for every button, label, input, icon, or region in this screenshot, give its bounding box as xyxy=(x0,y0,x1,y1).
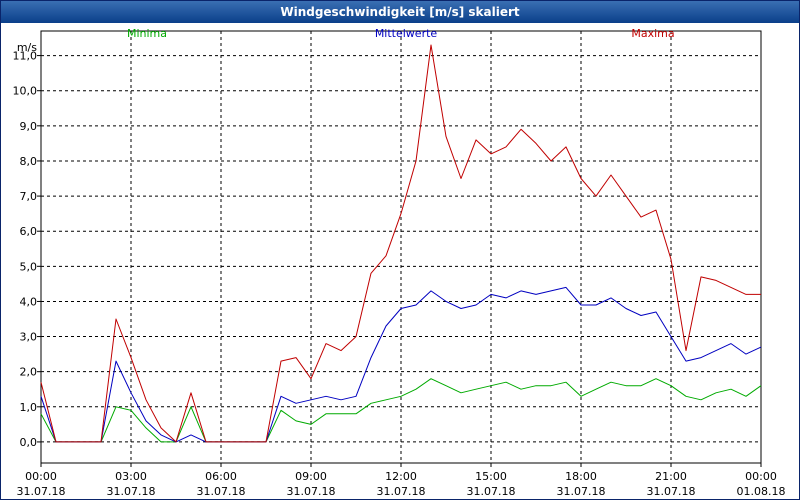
x-tick-time: 03:00 xyxy=(115,470,147,483)
y-axis-label: m/s xyxy=(17,41,37,54)
legend-maxima: Maxima xyxy=(631,27,674,40)
y-tick-label: 4,0 xyxy=(20,295,38,308)
x-tick-time: 06:00 xyxy=(205,470,237,483)
x-tick-date: 31.07.18 xyxy=(557,485,606,498)
x-tick-time: 12:00 xyxy=(385,470,417,483)
y-tick-label: 10,0 xyxy=(13,85,38,98)
chart-window: Windgeschwindigkeit [m/s] skaliert 0,0 1,… xyxy=(0,0,800,500)
x-tick-date: 31.07.18 xyxy=(377,485,426,498)
x-tick-date: 31.07.18 xyxy=(287,485,336,498)
x-tick-time: 09:00 xyxy=(295,470,327,483)
y-axis-ticks: 0,01,02,03,04,05,06,07,08,09,010,011,0 xyxy=(13,50,41,449)
x-tick-date: 31.07.18 xyxy=(17,485,66,498)
x-tick-time: 15:00 xyxy=(475,470,507,483)
legend-minima: Minima xyxy=(127,27,167,40)
x-tick-time: 21:00 xyxy=(655,470,687,483)
legend-mittelwerte: Mittelwerte xyxy=(375,27,438,40)
y-tick-label: 3,0 xyxy=(20,331,38,344)
y-tick-label: 9,0 xyxy=(20,120,38,133)
y-tick-label: 6,0 xyxy=(20,225,38,238)
y-tick-label: 8,0 xyxy=(20,155,38,168)
chart-plot: 0,01,02,03,04,05,06,07,08,09,010,011,0 0… xyxy=(13,27,786,498)
x-tick-date: 01.08.18 xyxy=(737,485,786,498)
x-tick-date: 31.07.18 xyxy=(647,485,696,498)
x-tick-date: 31.07.18 xyxy=(467,485,516,498)
window-title: Windgeschwindigkeit [m/s] skaliert xyxy=(1,1,799,23)
y-tick-label: 2,0 xyxy=(20,366,38,379)
y-tick-label: 0,0 xyxy=(20,436,38,449)
x-axis-ticks: 00:00 31.07.18 03:00 31.07.18 06:00 31.07.18 0… xyxy=(17,463,786,498)
y-tick-label: 1,0 xyxy=(20,401,38,414)
y-tick-label: 7,0 xyxy=(20,190,38,203)
x-tick-date: 31.07.18 xyxy=(107,485,156,498)
x-tick-time: 00:00 xyxy=(25,470,57,483)
x-tick-time: 00:00 xyxy=(745,470,777,483)
x-tick-date: 31.07.18 xyxy=(197,485,246,498)
y-tick-label: 5,0 xyxy=(20,260,38,273)
x-tick-time: 18:00 xyxy=(565,470,597,483)
